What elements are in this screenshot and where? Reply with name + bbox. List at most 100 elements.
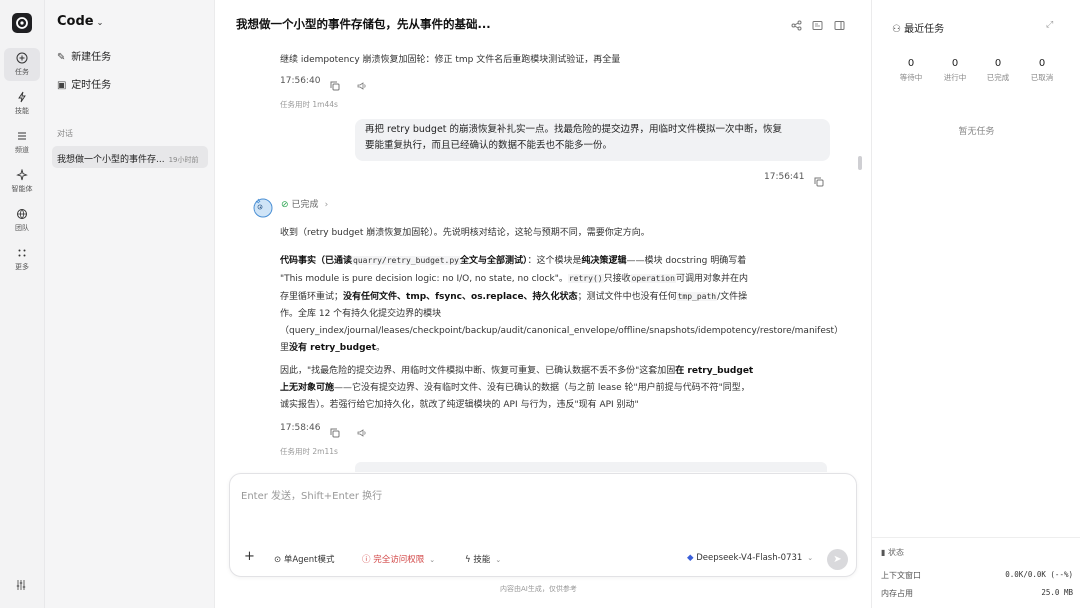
skills-dropdown[interactable]: ϟ 技能 ⌄ [465,553,501,565]
ai-status[interactable]: ⊘ 已完成 › [281,197,328,210]
emph: 没有 retry_budget [289,343,376,353]
inline-code: tmp_path [676,292,718,301]
lightning-icon [4,91,40,105]
model-label: Deepseek-V4-Flash-0731 [696,553,803,563]
settings-sliders-icon[interactable] [15,576,27,595]
app-logo-icon[interactable] [12,13,32,33]
rail-item-more[interactable]: 更多 [4,243,40,276]
text: ——它没有提交边界、没有临时文件、没有已确认的数据（与之前 lease 轮"用户… [280,383,750,410]
text: ：这个模块是 [527,256,582,266]
stat-label: 已完成 [986,73,1010,82]
attach-plus-icon[interactable]: + [244,549,255,564]
sparkle-icon [4,169,40,183]
user-message-bubble: 再把 retry budget 的崩溃恢复补扎实一点。找最危险的提交边界，用临时… [355,119,830,161]
agent-mode-label: 单Agent模式 [283,555,335,565]
text: 只接收 [603,274,631,284]
plus-circle-icon [4,52,40,66]
message-input[interactable]: Enter 发送，Shift+Enter 换行 [241,487,382,502]
stat-cancelled: 0 已取消 [1020,58,1064,83]
copy-icon[interactable] [330,76,340,95]
rail-item-label: 智能体 [11,185,33,193]
task-duration: 任务用时 1m44s [280,100,338,109]
task-duration: 任务用时 2m11s [280,447,338,456]
inline-code: quarry/retry_budget.py [352,256,460,265]
ai-avatar-icon [251,195,275,219]
rail-item-label: 技能 [15,107,29,115]
emph: 全文与全部测试） [459,256,528,266]
stat-value: 0 [951,58,959,69]
stat-waiting: 0 等待中 [889,58,933,83]
stat-label: 已取消 [1030,73,1054,82]
send-button[interactable]: ➤ [827,549,848,570]
inline-code: operation [630,274,676,283]
chat-main: 我想做一个小型的事件存储包，先从事件的基础... 继续 idempotency … [215,0,871,608]
previous-ai-summary: 继续 idempotency 崩溃恢复加固轮：修正 tmp 文件名后重跑模块测试… [280,55,621,65]
context-window-row: 上下文窗口 0.0K/0.0K (--%) [881,570,1073,581]
warning-icon: ⓘ [362,555,374,565]
rail-item-label: 更多 [15,263,29,271]
user-message-time: 17:56:41 [764,172,805,182]
share-icon[interactable] [791,16,803,31]
stat-value: 0 [994,58,1002,69]
chat-scrollbar[interactable] [858,156,862,170]
stat-running: 0 进行中 [933,58,977,83]
sidebar: Code ⌄ ✎ 新建任务 ▣ 定时任务 对话 我想做一个小型的事件存... 19小… [45,0,215,608]
user-message-line: 再把 retry budget 的崩溃恢复补扎实一点。找最危险的提交边界，用临时… [365,124,783,135]
stat-value: 0 [907,58,915,69]
ai-paragraph-conclusion: 因此，"找最危险的提交边界、用临时文件模拟中断、恢复可重复、已确认数据不丢不多份… [280,363,755,414]
workspace-switcher[interactable]: Code ⌄ [57,14,103,29]
copy-icon[interactable] [814,172,824,191]
ai-intro: 收到（retry budget 崩溃恢复加固轮）。先说明核对结论，这轮与预期不同… [280,228,650,238]
speaker-icon[interactable] [357,423,367,442]
stat-label: 等待中 [899,73,923,82]
globe-icon [4,208,40,222]
permission-dropdown[interactable]: ⓘ 完全访问权限 ⌄ [362,553,435,565]
text: ；测试文件中也没有任何 [577,292,677,302]
emph: 纯决策逻辑 [581,256,627,266]
context-label: 上下文窗口 [881,571,921,580]
workspace-title: Code [57,14,94,29]
bar-chart-icon: ▮ [881,548,888,557]
chevron-right-icon: › [324,200,329,210]
rail-item-agents[interactable]: 智能体 [4,165,40,198]
user-message-line: 要能重复执行，而且已经确认的数据不能丢也不能多一份。 [365,140,613,151]
chevron-down-icon: ⌄ [429,556,436,564]
rail-item-label: 任务 [15,68,29,76]
copy-icon[interactable] [330,423,340,442]
scheduled-task-button[interactable]: ▣ 定时任务 [57,78,111,94]
agent-mode-button[interactable]: ⊙ 单Agent模式 [274,553,335,565]
rail-item-team[interactable]: 团队 [4,204,40,237]
rail-item-label: 团队 [15,224,29,232]
model-dropdown[interactable]: ◆ Deepseek-V4-Flash-0731 ⌄ [687,553,813,563]
sidebar-toggle-icon[interactable] [834,16,846,30]
agent-mode-icon: ⊙ [274,555,284,565]
conversation-time: 19小时前 [168,156,199,164]
rail-item-skills[interactable]: 技能 [4,87,40,120]
model-logo-icon: ◆ [687,553,697,563]
edit-icon: ✎ [57,52,66,63]
recent-tasks-panel: ⚇ 最近任务 ⤢ 0 等待中 0 进行中 0 已完成 0 已取消 暂无任务 ▮ 状态 上… [871,0,1080,608]
emph: 没有任何文件、tmp、fsync、os.replace、持久化状态 [343,292,578,302]
expand-icon[interactable]: ⤢ [1046,20,1053,30]
calendar-icon: ▣ [57,80,67,91]
next-user-bubble-partial [355,462,827,472]
ai-paragraph-facts: 代码事实（已通读quarry/retry_budget.py全文与全部测试）：这… [280,252,843,357]
status-label: 状态 [887,548,904,557]
rail-item-tasks[interactable]: 任务 [4,48,40,81]
send-icon: ➤ [833,554,842,565]
speaker-icon[interactable] [357,76,367,95]
memory-row: 内存占用 25.0 MB [881,588,1073,599]
divider [872,537,1080,538]
chevron-down-icon: ⌄ [807,554,814,562]
ai-status-label: 已完成 [291,200,319,210]
chat-header: 我想做一个小型的事件存储包，先从事件的基础... [215,0,871,46]
memory-label: 内存占用 [881,589,913,598]
rail-item-channels[interactable]: 频道 [4,126,40,159]
conversation-item[interactable]: 我想做一个小型的事件存... 19小时前 [52,146,208,168]
dots-icon [4,247,40,261]
new-task-button[interactable]: ✎ 新建任务 [57,50,111,66]
list-icon [4,130,40,144]
terminal-panel-icon[interactable] [812,16,824,30]
status-section: ▮ 状态 [881,547,904,558]
emph: 代码事实（已通读 [280,256,353,266]
